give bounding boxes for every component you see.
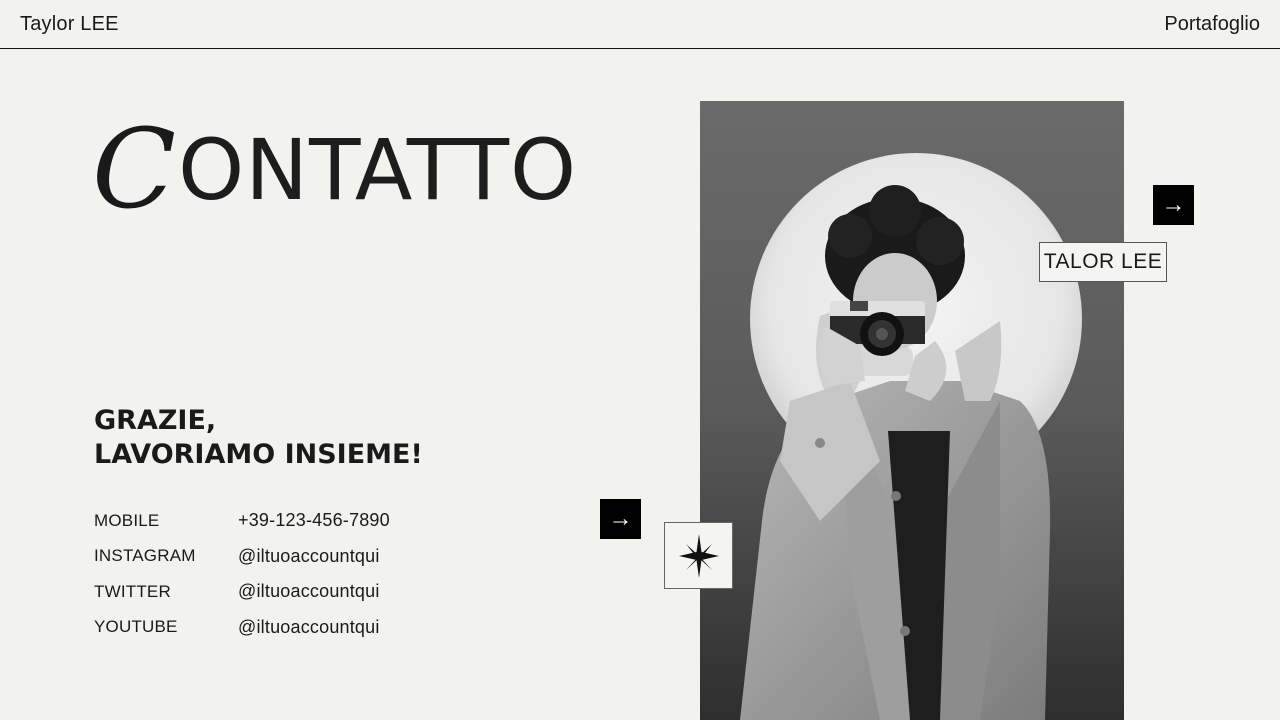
contact-value[interactable]: +39-123-456-7890 (238, 510, 390, 531)
nav-portfolio-link[interactable]: Portafoglio (1164, 13, 1260, 36)
page-title-rest: ONTATTO (178, 121, 578, 219)
slide: Taylor LEE Portafoglio C ONTATTO GRAZIE,… (0, 0, 1280, 720)
arrow-button[interactable]: → (600, 499, 641, 539)
contact-label: INSTAGRAM (94, 546, 196, 566)
photographer-image (700, 101, 1124, 720)
contact-label: TWITTER (94, 581, 171, 601)
contact-value[interactable]: @iltuoaccountqui (238, 617, 380, 638)
contact-list: MOBILE +39-123-456-7890 INSTAGRAM @iltuo… (94, 503, 390, 645)
star-badge (664, 522, 733, 589)
contact-row-instagram: INSTAGRAM @iltuoaccountqui (94, 539, 390, 575)
page-title-initial: C (92, 105, 177, 233)
brand-name: Taylor LEE (20, 13, 119, 35)
contact-value[interactable]: @iltuoaccountqui (238, 546, 380, 567)
contact-value[interactable]: @iltuoaccountqui (238, 581, 380, 602)
portrait-photo (700, 101, 1124, 720)
contact-row-twitter: TWITTER @iltuoaccountqui (94, 574, 390, 610)
thanks-heading: GRAZIE, LAVORIAMO INSIEME! (94, 404, 423, 472)
top-bar: Taylor LEE Portafoglio (0, 0, 1280, 49)
next-arrow-button[interactable]: → (1153, 185, 1194, 225)
name-tag: TALOR LEE (1039, 242, 1167, 282)
thanks-line-2: LAVORIAMO INSIEME! (94, 439, 423, 470)
contact-row-mobile: MOBILE +39-123-456-7890 (94, 503, 390, 539)
arrow-right-icon: → (608, 505, 633, 532)
contact-label: MOBILE (94, 510, 160, 530)
contact-label: YOUTUBE (94, 617, 178, 637)
page-title: C ONTATTO (92, 108, 578, 224)
thanks-line-1: GRAZIE, (94, 405, 217, 436)
arrow-right-icon: → (1161, 191, 1186, 218)
contact-row-youtube: YOUTUBE @iltuoaccountqui (94, 610, 390, 646)
sparkle-star-icon (678, 533, 719, 578)
